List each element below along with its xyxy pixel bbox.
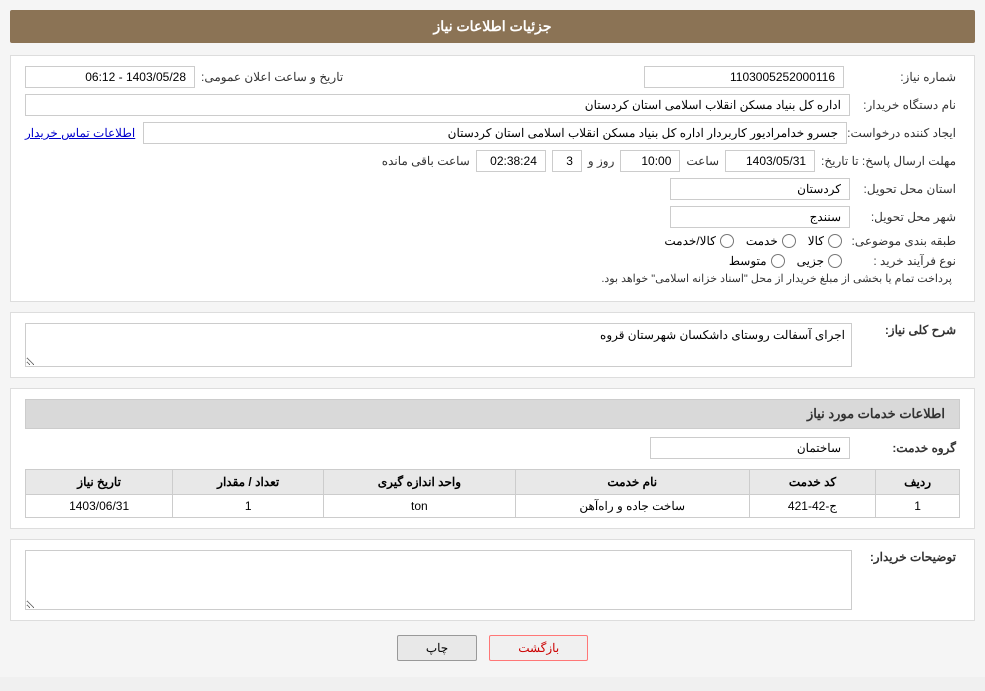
button-row: بازگشت چاپ [10, 635, 975, 661]
services-table: ردیف کد خدمت نام خدمت واحد اندازه گیری ت… [25, 469, 960, 518]
category-radio-kala-khedmat[interactable] [720, 234, 734, 248]
purchase-type-radio-jozi[interactable] [828, 254, 842, 268]
print-button[interactable]: چاپ [397, 635, 477, 661]
date-label: تاریخ و ساعت اعلان عمومی: [201, 70, 347, 84]
creator-value: جسرو خدامرادیور کاربردار اداره کل بنیاد … [143, 122, 847, 144]
cell-row: 1 [876, 495, 960, 518]
buyer-desc-label: توضیحات خریدار: [860, 550, 960, 564]
category-option-kala-khedmat[interactable]: کالا/خدمت [664, 234, 733, 248]
col-code: کد خدمت [749, 470, 875, 495]
purchase-type-radio-motevaset[interactable] [771, 254, 785, 268]
col-date: تاریخ نیاز [26, 470, 173, 495]
purchase-type-motevaset[interactable]: متوسط [729, 254, 785, 268]
city-label: شهر محل تحویل: [850, 210, 960, 224]
creator-label: ایجاد کننده درخواست: [847, 126, 960, 140]
cell-unit: ton [324, 495, 515, 518]
purchase-type-label: نوع فرآیند خرید : [850, 254, 960, 268]
description-textarea[interactable]: اجرای آسفالت روستای داشکسان شهرستان قروه [25, 323, 852, 367]
cell-date: 1403/06/31 [26, 495, 173, 518]
number-value: 1103005252000116 [644, 66, 844, 88]
buyer-org-label: نام دستگاه خریدار: [850, 98, 960, 112]
date-value: 1403/05/28 - 06:12 [25, 66, 195, 88]
deadline-remaining-label: ساعت باقی مانده [382, 154, 470, 168]
col-name: نام خدمت [515, 470, 749, 495]
col-unit: واحد اندازه گیری [324, 470, 515, 495]
number-label: شماره نیاز: [850, 70, 960, 84]
deadline-days: 3 [552, 150, 582, 172]
deadline-remaining: 02:38:24 [476, 150, 546, 172]
deadline-time-label: ساعت [686, 154, 719, 168]
purchase-type-jozi[interactable]: جزیی [797, 254, 842, 268]
category-radio-kala[interactable] [828, 234, 842, 248]
category-options: کالا خدمت کالا/خدمت [664, 234, 842, 248]
deadline-date: 1403/05/31 [725, 150, 815, 172]
back-button[interactable]: بازگشت [489, 635, 588, 661]
services-section-title: اطلاعات خدمات مورد نیاز [25, 399, 960, 429]
cell-code: ج-42-421 [749, 495, 875, 518]
col-qty: تعداد / مقدار [173, 470, 324, 495]
service-group-value: ساختمان [650, 437, 850, 459]
purchase-note: پرداخت تمام یا بخشی از مبلغ خریدار از مح… [601, 272, 952, 285]
buyer-org-value: اداره کل بنیاد مسکن انقلاب اسلامی استان … [25, 94, 850, 116]
province-label: استان محل تحویل: [850, 182, 960, 196]
deadline-time: 10:00 [620, 150, 680, 172]
description-section-title: شرح کلی نیاز: [860, 323, 960, 337]
purchase-type-options: جزیی متوسط [729, 254, 842, 268]
cell-qty: 1 [173, 495, 324, 518]
contact-link[interactable]: اطلاعات تماس خریدار [25, 126, 135, 140]
city-value: سنندج [670, 206, 850, 228]
service-group-label: گروه خدمت: [850, 441, 960, 455]
buyer-desc-textarea[interactable] [25, 550, 852, 610]
cell-name: ساخت جاده و راه‌آهن [515, 495, 749, 518]
category-label: طبقه بندی موضوعی: [850, 234, 960, 248]
page-title: جزئیات اطلاعات نیاز [10, 10, 975, 43]
province-value: کردستان [670, 178, 850, 200]
deadline-days-label: روز و [588, 154, 615, 168]
category-radio-khedmat[interactable] [782, 234, 796, 248]
category-option-khedmat[interactable]: خدمت [746, 234, 796, 248]
category-option-kala[interactable]: کالا [808, 234, 842, 248]
deadline-label: مهلت ارسال پاسخ: تا تاریخ: [821, 154, 960, 168]
col-radif: ردیف [876, 470, 960, 495]
table-row: 1ج-42-421ساخت جاده و راه‌آهنton11403/06/… [26, 495, 960, 518]
